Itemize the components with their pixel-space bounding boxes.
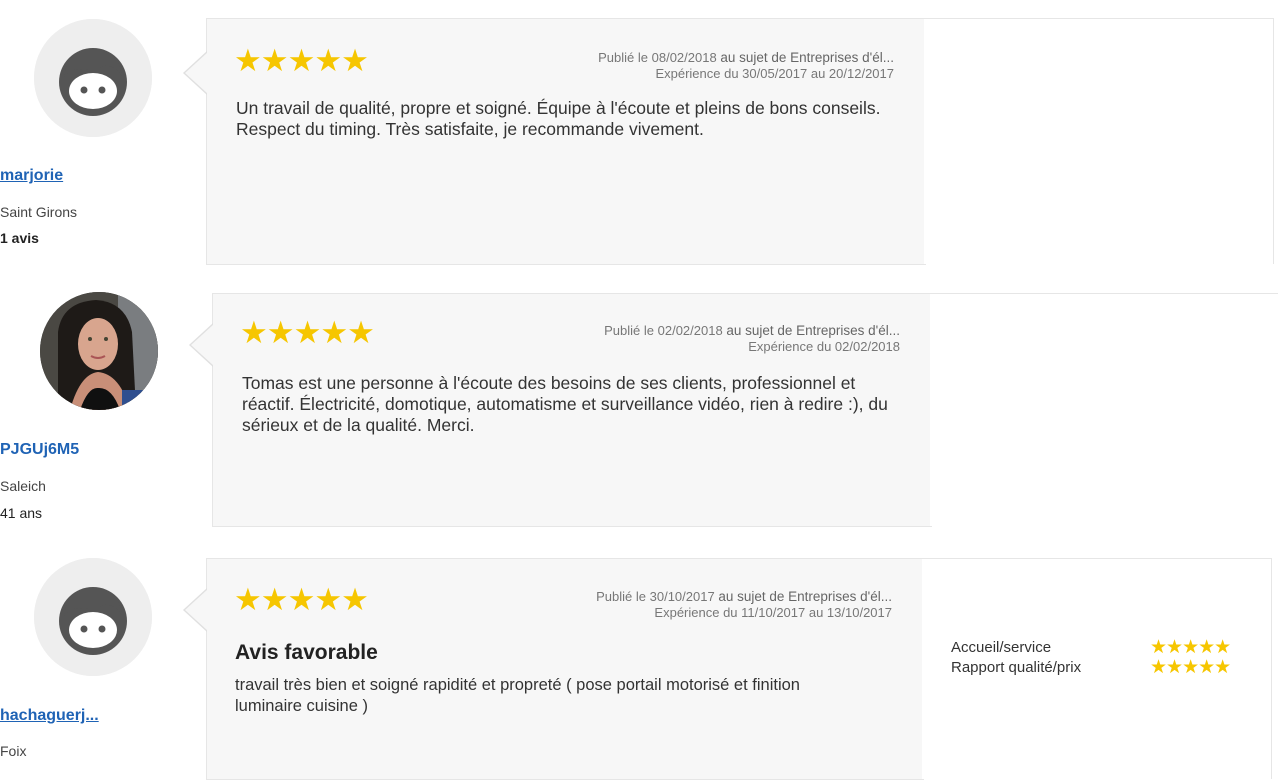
card-pointer-fill (191, 324, 214, 366)
experience-dates: Expérience du 11/10/2017 au 13/10/2017 (654, 605, 892, 620)
user-age: 41 ans (0, 505, 43, 521)
card-pointer-fill (185, 589, 208, 631)
review-title: Avis favorable (235, 641, 378, 664)
rating-stars: ★★★★★ (234, 582, 369, 617)
card-pointer-fill (185, 52, 208, 94)
criteria-label: Rapport qualité/prix (951, 659, 1082, 676)
username-link[interactable]: marjorie (0, 167, 196, 185)
review-subject[interactable]: au sujet de Entreprises d'él... (726, 323, 900, 338)
review-side-panel (924, 18, 1274, 264)
review-dates: Publié le 30/10/2017 au sujet de Entrepr… (596, 589, 892, 621)
review-dates: Publié le 02/02/2018 au sujet de Entrepr… (604, 323, 900, 355)
review-text: Tomas est une personne à l'écoute des be… (242, 373, 888, 435)
review-subject[interactable]: au sujet de Entreprises d'él... (720, 50, 894, 65)
default-face-icon[interactable] (34, 558, 152, 676)
review-side-panel (930, 293, 1278, 526)
user-photo[interactable] (40, 292, 158, 410)
username-link[interactable]: hachaguerj... (0, 707, 196, 725)
criteria-stars: ★★★★★ (1150, 657, 1231, 678)
user-review-count: 1 avis (0, 230, 39, 246)
user-city: Saint Girons (0, 204, 78, 220)
published-date: Publié le 30/10/2017 (596, 589, 715, 604)
experience-dates: Expérience du 30/05/2017 au 20/12/2017 (655, 66, 894, 81)
review-subject[interactable]: au sujet de Entreprises d'él... (718, 589, 892, 604)
user-city: Saleich (0, 478, 46, 494)
review-text: travail très bien et soigné rapidité et … (235, 676, 800, 715)
rating-stars: ★★★★★ (240, 315, 375, 350)
review-text: Un travail de qualité, propre et soigné.… (236, 98, 881, 139)
user-city: Foix (0, 743, 27, 759)
review-dates: Publié le 08/02/2018 au sujet de Entrepr… (598, 50, 894, 82)
default-face-icon[interactable] (34, 19, 152, 137)
rating-stars: ★★★★★ (234, 43, 369, 78)
criteria-stars: ★★★★★ (1150, 637, 1231, 658)
criteria-label: Accueil/service (951, 639, 1052, 656)
published-date: Publié le 08/02/2018 (598, 50, 717, 65)
experience-dates: Expérience du 02/02/2018 (748, 339, 900, 354)
username-link[interactable]: PJGUj6M5 (0, 441, 196, 459)
published-date: Publié le 02/02/2018 (604, 323, 723, 338)
